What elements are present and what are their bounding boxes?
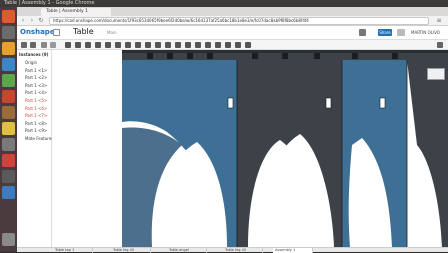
help-icon[interactable] [397,29,405,36]
instance-item[interactable]: Part 1 <4> [25,90,47,95]
leg-part-blue-right[interactable] [342,60,407,247]
replicate-icon[interactable] [175,42,181,48]
settings-icon[interactable] [2,138,15,151]
slot-marker-left [227,97,234,109]
part-studio-tab[interactable]: Table leg 40 [111,248,151,253]
calc-icon[interactable] [2,74,15,87]
window-title: Table | Assembly 1 - Google Chrome [4,0,95,6]
document-title: Table [73,27,94,36]
pin-slot-mate-icon[interactable] [115,42,121,48]
toolbar-more-icon[interactable] [437,42,443,48]
chrome-icon[interactable] [2,122,15,135]
toolbar [17,40,448,50]
onshape-logo[interactable]: Onshape [20,28,55,36]
part-studio-tab[interactable]: Table leg 40 [223,248,263,253]
browser-window: Table | Assembly 1 ‹ › ↻ https://cad.ons… [17,7,448,253]
instance-item[interactable]: Origin [25,60,37,65]
files-icon[interactable] [2,26,15,39]
reload-icon[interactable]: ↻ [37,17,45,25]
app-icon[interactable] [2,154,15,167]
slot-marker-right [379,97,386,109]
workspace-name[interactable]: Main [107,30,117,35]
instance-item[interactable]: Part 1 <3> [25,83,47,88]
text-editor-icon[interactable] [2,58,15,71]
onshape-header: Onshape Table Main Share MARTIN OLIVO [17,26,448,40]
browser-tab[interactable]: Table | Assembly 1 [41,8,111,16]
view-icon[interactable] [235,42,241,48]
trash-icon[interactable] [2,233,15,246]
part-studio-tab[interactable]: Table angel [167,248,207,253]
render-icon[interactable] [245,42,251,48]
software-center-icon[interactable] [2,106,15,119]
instance-item[interactable]: Part 1 <7> [25,113,47,118]
parallel-mate-icon[interactable] [135,42,141,48]
dash-icon[interactable] [2,10,15,23]
tangent-mate-icon[interactable] [165,42,171,48]
user-menu[interactable]: MARTIN OLIVO [411,30,440,35]
impress-icon[interactable] [2,90,15,103]
planar-mate-icon[interactable] [95,42,101,48]
tabletop-edge [122,50,448,53]
instances-header[interactable]: Instances (9) [19,52,48,57]
insert-icon[interactable] [41,42,47,48]
tab-bar-bottom: Table top 1 Table leg 40 Table angel Tab… [17,247,448,253]
view-cube[interactable] [427,68,445,80]
graphics-canvas[interactable] [52,50,448,247]
instance-item[interactable]: Part 1 <2> [25,75,47,80]
slot-marker-center [325,97,332,109]
instance-item[interactable]: Part 1 <1> [25,68,47,73]
measure-icon[interactable] [205,42,211,48]
part-studio-tab[interactable]: Table top 1 [53,248,93,253]
slider-mate-icon[interactable] [85,42,91,48]
section-view-icon[interactable] [215,42,221,48]
redo-icon[interactable] [30,42,36,48]
os-topbar: Table | Assembly 1 - Google Chrome [0,0,448,7]
undo-icon[interactable] [21,42,27,48]
documents-icon[interactable] [53,29,60,36]
relation-icon[interactable] [195,42,201,48]
assembly-tab[interactable]: Assembly 1 [273,248,313,253]
instance-item[interactable]: Part 1 <9> [25,128,47,133]
unity-launcher [0,7,17,252]
group-icon[interactable] [155,42,161,48]
mate-connector-icon[interactable] [145,42,151,48]
display-icon[interactable] [225,42,231,48]
instance-list-panel: Instances (9) Origin Part 1 <1> Part 1 <2>… [17,50,60,247]
forward-icon[interactable]: › [28,17,36,25]
cylindrical-mate-icon[interactable] [105,42,111,48]
leg-part-dark-right[interactable] [407,60,448,247]
insert-dropdown-icon[interactable] [50,42,56,48]
firefox-icon[interactable] [2,42,15,55]
assembly-viewport[interactable] [52,50,448,247]
tab-strip: Table | Assembly 1 [17,7,448,16]
terminal-icon[interactable] [2,170,15,183]
back-icon[interactable]: ‹ [19,17,27,25]
instance-item[interactable]: Part 1 <6> [25,106,47,111]
ball-mate-icon[interactable] [125,42,131,48]
share-button[interactable]: Share [378,29,392,36]
url-input[interactable]: https://cad.onshape.com/documents/1f93c6… [49,17,429,25]
notifications-icon[interactable] [359,29,366,36]
app-icon-2[interactable] [2,186,15,199]
explode-icon[interactable] [185,42,191,48]
fastened-mate-icon[interactable] [65,42,71,48]
menu-icon[interactable]: ≡ [435,17,443,25]
revolute-mate-icon[interactable] [75,42,81,48]
address-bar: ‹ › ↻ https://cad.onshape.com/documents/… [17,16,448,26]
instance-item[interactable]: Part 1 <5> [25,98,47,103]
instance-item[interactable]: Part 1 <8> [25,121,47,126]
